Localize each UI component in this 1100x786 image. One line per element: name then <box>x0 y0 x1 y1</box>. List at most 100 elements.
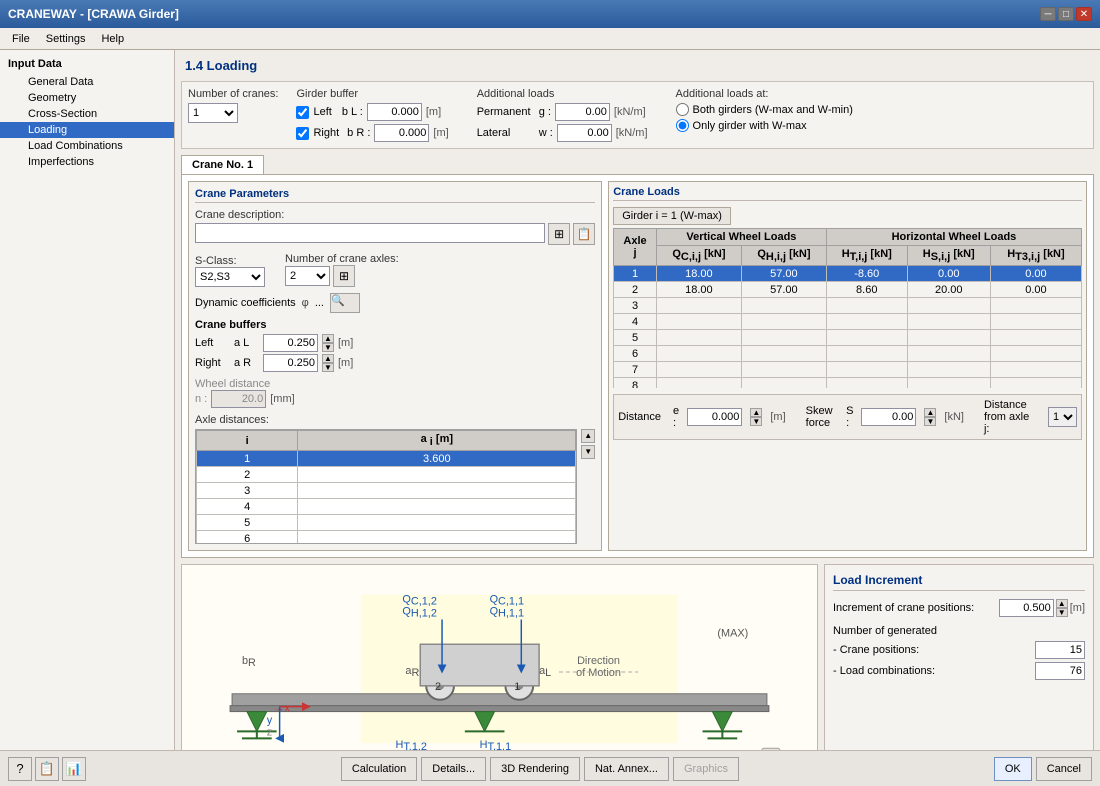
dist-label: Distance <box>618 411 661 423</box>
e-input[interactable] <box>687 408 742 426</box>
menu-help[interactable]: Help <box>93 31 132 47</box>
e-label: e : <box>673 405 679 429</box>
sclass-group: S-Class: S1S2,S3S4S5 <box>195 255 265 287</box>
ar-spin-up[interactable]: ▲ <box>322 354 334 363</box>
w-label: w : <box>539 127 553 139</box>
close-button[interactable]: ✕ <box>1076 7 1092 21</box>
crane-desc-input[interactable] <box>195 223 545 243</box>
al-spin-down[interactable]: ▼ <box>322 343 334 352</box>
w-input[interactable] <box>557 124 612 142</box>
axles-select-row: 1234 ⊞ <box>285 265 399 287</box>
axle-row-6[interactable]: 6 <box>197 531 576 544</box>
loads-table: Axlej Vertical Wheel Loads Horizontal Wh… <box>613 228 1082 388</box>
incr-unit: [m] <box>1070 602 1085 614</box>
incr-input[interactable] <box>999 599 1054 617</box>
dist-from-axle-select[interactable]: 12 <box>1048 407 1077 427</box>
svg-text:HT,1,2: HT,1,2 <box>396 739 427 750</box>
axle-row-4[interactable]: 4 <box>197 499 576 515</box>
sidebar-item-loading[interactable]: Loading <box>0 122 174 138</box>
svg-text:aL: aL <box>539 665 551 679</box>
axles-select[interactable]: 1234 <box>285 266 330 286</box>
phi-icon: φ <box>302 297 309 309</box>
bottom-bar: ? 📋 📊 Calculation Details... 3D Renderin… <box>0 750 1100 786</box>
axle-scroll-up[interactable]: ▲ <box>581 429 595 443</box>
sidebar-item-load-combinations[interactable]: Load Combinations <box>0 138 174 154</box>
axle-row-2[interactable]: 2 <box>197 467 576 483</box>
right-buf-label: Right <box>195 357 230 369</box>
sidebar-item-general-data[interactable]: General Data <box>0 74 174 90</box>
menu-file[interactable]: File <box>4 31 38 47</box>
e-spin-up[interactable]: ▲ <box>750 408 762 417</box>
al-input[interactable] <box>263 334 318 352</box>
s-spinner: ▲ ▼ <box>924 408 936 426</box>
sclass-select[interactable]: S1S2,S3S4S5 <box>195 267 265 287</box>
loads-row-1[interactable]: 118.0057.00-8.600.000.00 <box>614 266 1082 282</box>
chart-btn[interactable]: 📊 <box>62 757 86 781</box>
loads-row-6[interactable]: 6 <box>614 346 1082 362</box>
rendering-button[interactable]: 3D Rendering <box>490 757 580 781</box>
sidebar-header: Input Data <box>0 54 174 74</box>
incr-value-wrap: ▲ ▼ [m] <box>999 599 1085 617</box>
g-input[interactable] <box>555 103 610 121</box>
al-spin-up[interactable]: ▲ <box>322 334 334 343</box>
loads-row-3[interactable]: 3 <box>614 298 1082 314</box>
dist-from-axle-label: Distance from axle j: <box>984 399 1036 435</box>
axles-info-btn[interactable]: ⊞ <box>333 265 355 287</box>
calculation-button[interactable]: Calculation <box>341 757 417 781</box>
axle-row-5[interactable]: 5 <box>197 515 576 531</box>
crane-loads-panel: Crane Loads Girder i = 1 (W-max) Axlej V… <box>608 181 1087 551</box>
axle-scroll-down[interactable]: ▼ <box>581 445 595 459</box>
additional-loads-at-label: Additional loads at: <box>676 88 853 100</box>
sidebar-item-geometry[interactable]: Geometry <box>0 90 174 106</box>
loads-table-wrap[interactable]: Axlej Vertical Wheel Loads Horizontal Wh… <box>613 228 1082 388</box>
help-icon-btn[interactable]: ? <box>8 757 32 781</box>
loads-row-7[interactable]: 7 <box>614 362 1082 378</box>
load-combinations-row: - Load combinations: <box>833 662 1085 680</box>
sidebar-item-cross-section[interactable]: Cross-Section <box>0 106 174 122</box>
details-button[interactable]: Details... <box>421 757 486 781</box>
loads-row-5[interactable]: 5 <box>614 330 1082 346</box>
e-spin-down[interactable]: ▼ <box>750 417 762 426</box>
menu-settings[interactable]: Settings <box>38 31 94 47</box>
br-unit: [m] <box>433 127 448 139</box>
w-unit: [kN/m] <box>616 127 648 139</box>
num-cranes-select[interactable]: 123 <box>188 103 238 123</box>
right-buffer-check[interactable] <box>296 127 309 140</box>
ok-button[interactable]: OK <box>994 757 1032 781</box>
only-girder-radio[interactable] <box>676 119 689 132</box>
loads-row-4[interactable]: 4 <box>614 314 1082 330</box>
loads-row-2[interactable]: 218.0057.008.6020.000.00 <box>614 282 1082 298</box>
axle-row-1[interactable]: 13.600 <box>197 451 576 467</box>
minimize-button[interactable]: ─ <box>1040 7 1056 21</box>
section-title: 1.4 Loading <box>181 56 1094 75</box>
distance-row: Distance e : ▲ ▼ [m] Skew force S : ▲ ▼ <box>613 394 1082 440</box>
both-girders-radio[interactable] <box>676 103 689 116</box>
svg-text:QH,1,1: QH,1,1 <box>490 606 524 620</box>
al-unit: [m] <box>338 337 353 349</box>
graphics-button[interactable]: Graphics <box>673 757 739 781</box>
s-spin-down[interactable]: ▼ <box>924 417 936 426</box>
incr-spin-down[interactable]: ▼ <box>1056 608 1068 617</box>
crane-desc-btn1[interactable]: ⊞ <box>548 223 570 245</box>
crane-desc-btn2[interactable]: 📋 <box>573 223 595 245</box>
sidebar-item-imperfections[interactable]: Imperfections <box>0 154 174 170</box>
incr-spin-up[interactable]: ▲ <box>1056 599 1068 608</box>
cancel-button[interactable]: Cancel <box>1036 757 1092 781</box>
ar-spin-down[interactable]: ▼ <box>322 363 334 372</box>
sclass-axle-row: S-Class: S1S2,S3S4S5 Number of crane axl… <box>195 253 595 287</box>
s-spin-up[interactable]: ▲ <box>924 408 936 417</box>
maximize-button[interactable]: □ <box>1058 7 1074 21</box>
ar-input[interactable] <box>263 354 318 372</box>
bl-input[interactable] <box>367 103 422 121</box>
girder-tab[interactable]: Girder i = 1 (W-max) <box>613 207 731 225</box>
crane-tab-1[interactable]: Crane No. 1 <box>181 155 264 174</box>
loads-row-8[interactable]: 8 <box>614 378 1082 388</box>
nat-annex-button[interactable]: Nat. Annex... <box>584 757 669 781</box>
axle-row-3[interactable]: 3 <box>197 483 576 499</box>
s-input[interactable] <box>861 408 916 426</box>
left-buffer-check[interactable] <box>296 106 309 119</box>
axle-table-scroll[interactable]: i a i [m] 13.600 2 3 4 5 <box>195 429 577 544</box>
copy-btn[interactable]: 📋 <box>35 757 59 781</box>
dynamic-search-btn[interactable]: 🔍 <box>330 293 360 313</box>
br-input[interactable] <box>374 124 429 142</box>
